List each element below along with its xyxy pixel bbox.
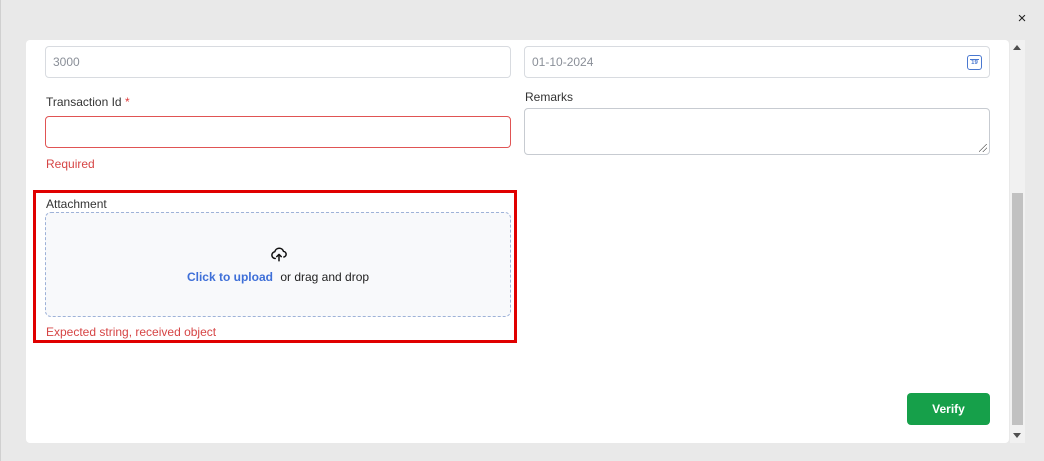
close-icon[interactable]: × — [1014, 11, 1030, 27]
attachment-label: Attachment — [46, 197, 107, 211]
cloud-upload-icon — [271, 247, 287, 262]
calendar-icon-day: 19 — [971, 60, 978, 66]
scroll-thumb[interactable] — [1012, 193, 1023, 425]
scroll-up-arrow-icon[interactable] — [1013, 45, 1021, 50]
transaction-id-label-text: Transaction Id — [46, 95, 122, 109]
remarks-textarea[interactable] — [524, 108, 990, 155]
verify-button[interactable]: Verify — [907, 393, 990, 425]
drag-and-drop-text: or drag and drop — [280, 270, 370, 284]
amount-field[interactable]: 3000 — [45, 46, 511, 78]
textarea-resize-handle[interactable] — [979, 144, 987, 152]
modal-overlay: × 3000 01-10-2024 19 Transaction Id * Re… — [0, 0, 1044, 461]
remarks-label: Remarks — [525, 90, 574, 104]
click-to-upload-link[interactable]: Click to upload — [187, 270, 273, 284]
upload-instructions: Click to upload or drag and drop — [46, 270, 510, 284]
attachment-error: Expected string, received object — [46, 325, 217, 339]
calendar-icon[interactable]: 19 — [967, 55, 982, 70]
amount-placeholder: 3000 — [53, 55, 80, 69]
scroll-down-arrow-icon[interactable] — [1013, 433, 1021, 438]
scrollbar[interactable] — [1010, 40, 1025, 443]
transaction-id-input[interactable] — [45, 116, 511, 148]
transaction-id-error: Required — [46, 157, 95, 171]
date-value: 01-10-2024 — [532, 55, 594, 69]
attachment-dropzone[interactable]: Click to upload or drag and drop — [45, 212, 511, 317]
required-asterisk: * — [124, 95, 130, 109]
transaction-id-label: Transaction Id * — [46, 95, 130, 109]
date-field[interactable]: 01-10-2024 19 — [524, 46, 990, 78]
